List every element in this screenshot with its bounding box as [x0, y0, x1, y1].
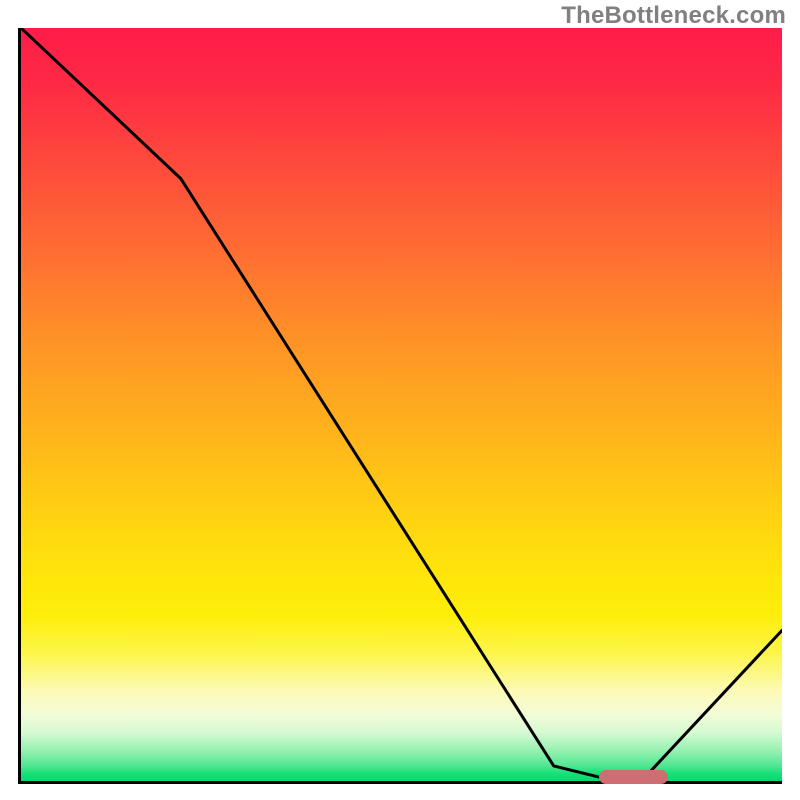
curve-layer — [21, 28, 782, 781]
bottleneck-curve — [21, 28, 782, 777]
watermark-text: TheBottleneck.com — [561, 2, 786, 30]
chart-container: TheBottleneck.com — [0, 0, 800, 800]
plot-area — [18, 28, 782, 784]
optimal-range-marker — [599, 770, 667, 784]
